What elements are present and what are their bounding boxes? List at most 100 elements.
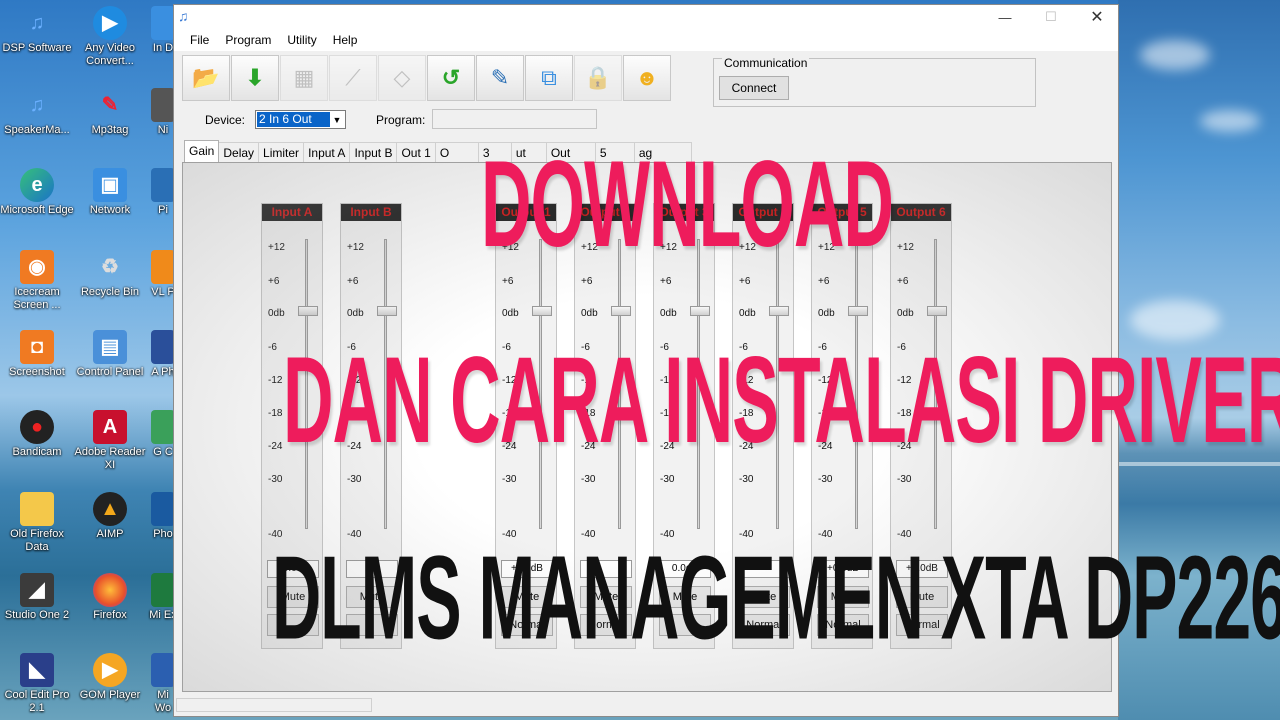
upload-icon[interactable]: ↺ [427,55,475,101]
desktop-icon-mp3tag[interactable]: ✎ Mp3tag [71,88,149,137]
desktop-icon-aimp[interactable]: ▲ AIMP [71,492,149,541]
title-bar[interactable]: ♫ — ☐ ✕ [174,5,1118,29]
scale-label: -30 [347,474,362,485]
desktop-icon-old-firefox-data[interactable]: Old Firefox Data [0,492,76,554]
channel-name: Input B [341,204,401,221]
program-label: Program: [376,113,426,127]
toolbar: 📂 ⬇ ▦ ⟋ ◇ ↺ ✎ ⧉ 🔒 ☻ [182,55,671,101]
desktop-icon-control-panel[interactable]: ▤ Control Panel [71,330,149,379]
video-converter-icon: ▶ [93,6,127,40]
status-cell [176,698,372,712]
screen-recorder-icon: ◉ [20,250,54,284]
desktop-icon-speakerma[interactable]: ♫ SpeakerMa... [0,88,76,137]
desktop-icon-label: GOM Player [79,689,141,701]
gain-fader-handle[interactable] [690,306,710,316]
chevron-down-icon[interactable]: ▼ [330,112,344,127]
gom-player-icon: ▶ [93,653,127,687]
scale-label: 0db [347,308,364,319]
desktop-icon-cool-edit[interactable]: ◣ Cool Edit Pro 2.1 [0,653,76,715]
desktop-icon-label: Mp3tag [91,124,129,136]
menu-file[interactable]: File [182,33,217,47]
tab-out-1[interactable]: Out 1 [396,142,436,162]
desktop-icon-adobe-reader[interactable]: A Adobe Reader XI [71,410,149,472]
desktop-icon-studio-one[interactable]: ◢ Studio One 2 [0,573,76,622]
tab-out-2[interactable]: O [434,142,479,162]
overlay-title-line3: DLMS MANAGEMEN XTA DP226 [272,531,1280,665]
record-icon: ● [20,410,54,444]
desktop-icon-label: Screenshot [9,366,65,378]
gain-fader-handle[interactable] [848,306,868,316]
scale-label: 0db [739,308,756,319]
scale-label: -30 [897,474,912,485]
tab-input-b[interactable]: Input B [349,142,398,162]
open-folder-icon[interactable]: 📂 [182,55,230,101]
tab-gain[interactable]: Gain [184,140,220,162]
desktop-icon-label: DSP Software [2,42,72,54]
desktop-icon-icecream[interactable]: ◉ Icecream Screen ... [0,250,76,312]
gain-fader-handle[interactable] [377,306,397,316]
mp3tag-icon: ✎ [101,93,119,116]
scale-label: 0db [897,308,914,319]
studio-one-icon: ◢ [20,573,54,607]
desktop-icon-label: Recycle Bin [80,286,140,298]
app-icon [151,573,175,607]
desktop-icon-network[interactable]: ▣ Network [71,168,149,217]
scale-label: 0db [660,308,677,319]
download-icon[interactable]: ⬇ [231,55,279,101]
gain-fader-handle[interactable] [927,306,947,316]
control-panel-icon: ▤ [93,330,127,364]
cloud [1200,110,1260,132]
app-icon [151,492,175,526]
menu-utility[interactable]: Utility [279,33,324,47]
desktop-icon-label: Bandicam [12,446,62,458]
menu-program[interactable]: Program [217,33,279,47]
smiley-icon[interactable]: ☻ [623,55,671,101]
desktop-icon-any-video[interactable]: ▶ Any Video Convert... [71,6,149,68]
desktop-icon-recycle-bin[interactable]: ♻ Recycle Bin [71,250,149,299]
app-icon [151,6,175,40]
desktop-icon-bandicam[interactable]: ● Bandicam [0,410,76,459]
scale-label: -30 [660,474,675,485]
scale-label: +6 [818,276,830,287]
camera-icon: ◘ [20,330,54,364]
desktop-icon-firefox[interactable]: Firefox [71,573,149,622]
scale-label: +6 [268,276,280,287]
desktop-icon-dsp-software[interactable]: ♫ DSP Software [0,6,76,55]
recycle-bin-icon: ♻ [101,255,119,278]
cool-edit-icon: ◣ [20,653,54,687]
app-icon [151,653,175,687]
scale-label: 0db [268,308,285,319]
device-select[interactable]: 2 In 6 Out ▼ [255,110,346,129]
gain-fader-handle[interactable] [769,306,789,316]
eraser-icon[interactable]: ◇ [378,55,426,101]
grid-icon[interactable]: ▦ [280,55,328,101]
edge-icon: e [20,168,54,202]
routing-icon[interactable]: ⟋ [329,55,377,101]
minimize-button[interactable]: — [982,5,1028,29]
tab-limiter[interactable]: Limiter [258,142,305,162]
scale-label: +6 [502,276,514,287]
connect-button[interactable]: Connect [719,76,789,100]
desktop-icon-label: Microsoft Edge [0,204,74,216]
scale-label: -12 [268,375,283,386]
desktop-icon-gom-player[interactable]: ▶ GOM Player [71,653,149,702]
close-button[interactable]: ✕ [1074,5,1120,29]
maximize-button[interactable]: ☐ [1028,5,1074,29]
menu-help[interactable]: Help [325,33,366,47]
program-field[interactable] [432,109,597,129]
edit-icon[interactable]: ✎ [476,55,524,101]
communication-title: Communication [722,56,810,70]
app-icon [151,410,175,444]
tab-input-a[interactable]: Input A [303,142,351,162]
desktop-icon-edge[interactable]: e Microsoft Edge [0,168,76,217]
tab-delay[interactable]: Delay [218,142,260,162]
folder-icon [20,492,54,526]
firefox-icon [93,573,127,607]
gain-fader-handle[interactable] [611,306,631,316]
gain-fader-handle[interactable] [532,306,552,316]
desktop-icon-label: Studio One 2 [4,609,70,621]
gain-fader-handle[interactable] [298,306,318,316]
lock-icon[interactable]: 🔒 [574,55,622,101]
network-icon[interactable]: ⧉ [525,55,573,101]
desktop-icon-screenshot[interactable]: ◘ Screenshot [0,330,76,379]
